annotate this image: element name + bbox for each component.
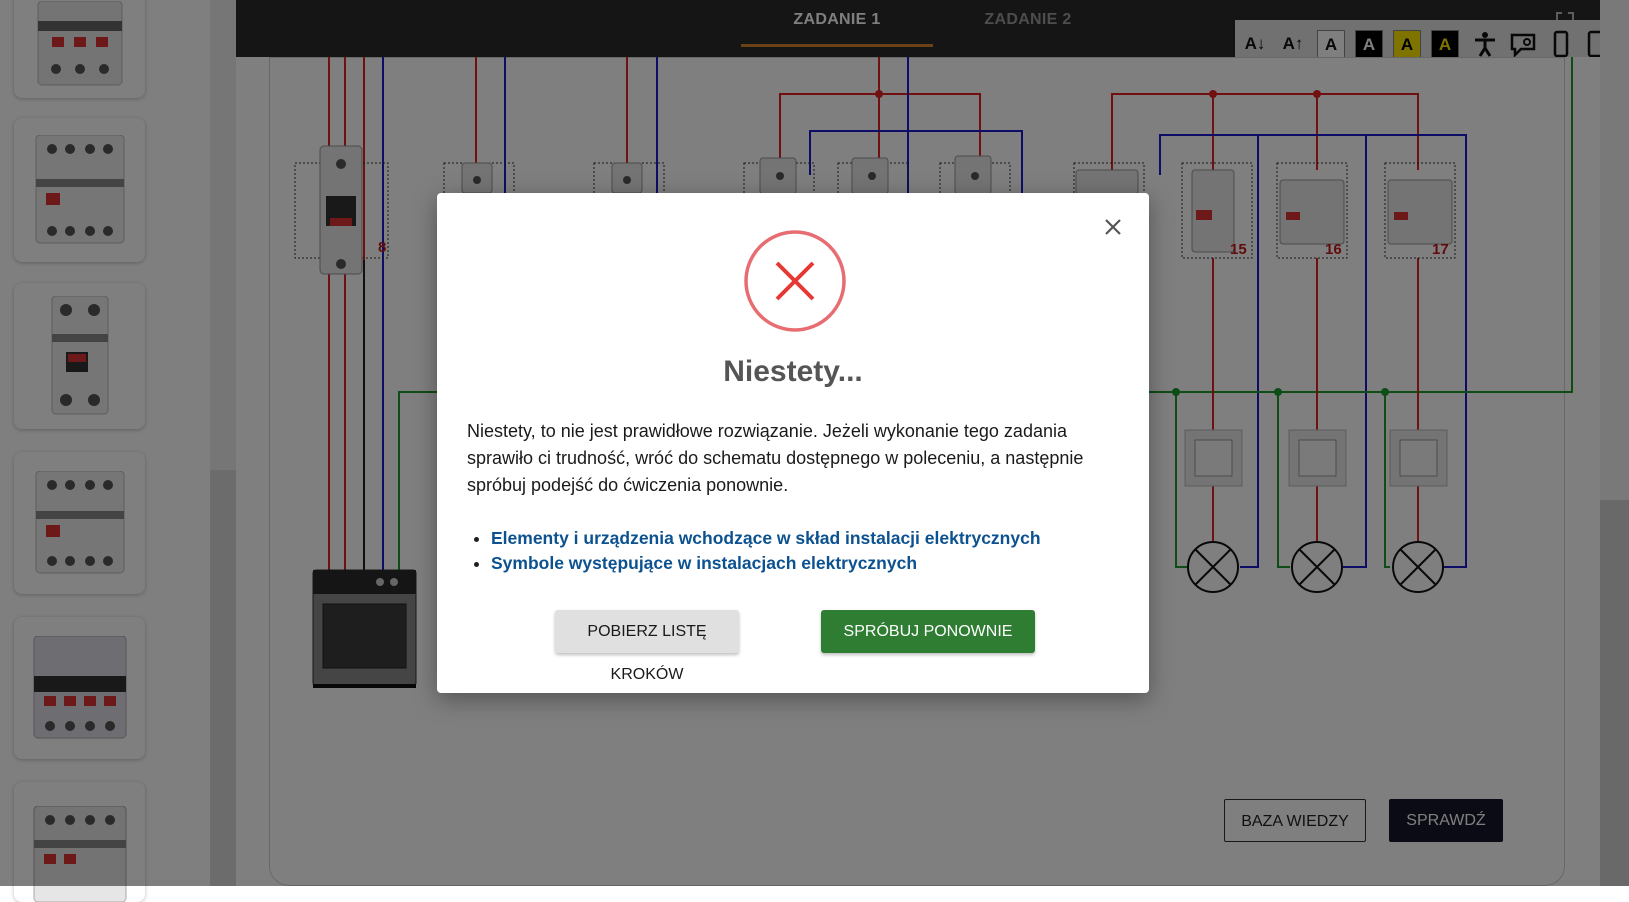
help-links-list: Elementy i urządzenia wchodzące w skład …: [477, 526, 1041, 576]
list-item: Symbole występujące w instalacjach elekt…: [491, 551, 1041, 576]
download-steps-button[interactable]: POBIERZ LISTĘ KROKÓW: [555, 610, 739, 683]
close-icon[interactable]: [1101, 215, 1125, 239]
retry-button[interactable]: SPRÓBUJ PONOWNIE: [821, 610, 1035, 653]
link-symbole-instalacje[interactable]: Symbole występujące w instalacjach elekt…: [491, 553, 917, 573]
dialog-message: Niestety, to nie jest prawidłowe rozwiąz…: [467, 421, 1084, 495]
link-elementy-urzadzenia[interactable]: Elementy i urządzenia wchodzące w skład …: [491, 528, 1041, 548]
list-item: Elementy i urządzenia wchodzące w skład …: [491, 526, 1041, 551]
error-x-icon: [744, 230, 846, 332]
error-dialog: Niestety... Niestety, to nie jest prawid…: [437, 193, 1149, 693]
dialog-title: Niestety...: [723, 355, 863, 388]
